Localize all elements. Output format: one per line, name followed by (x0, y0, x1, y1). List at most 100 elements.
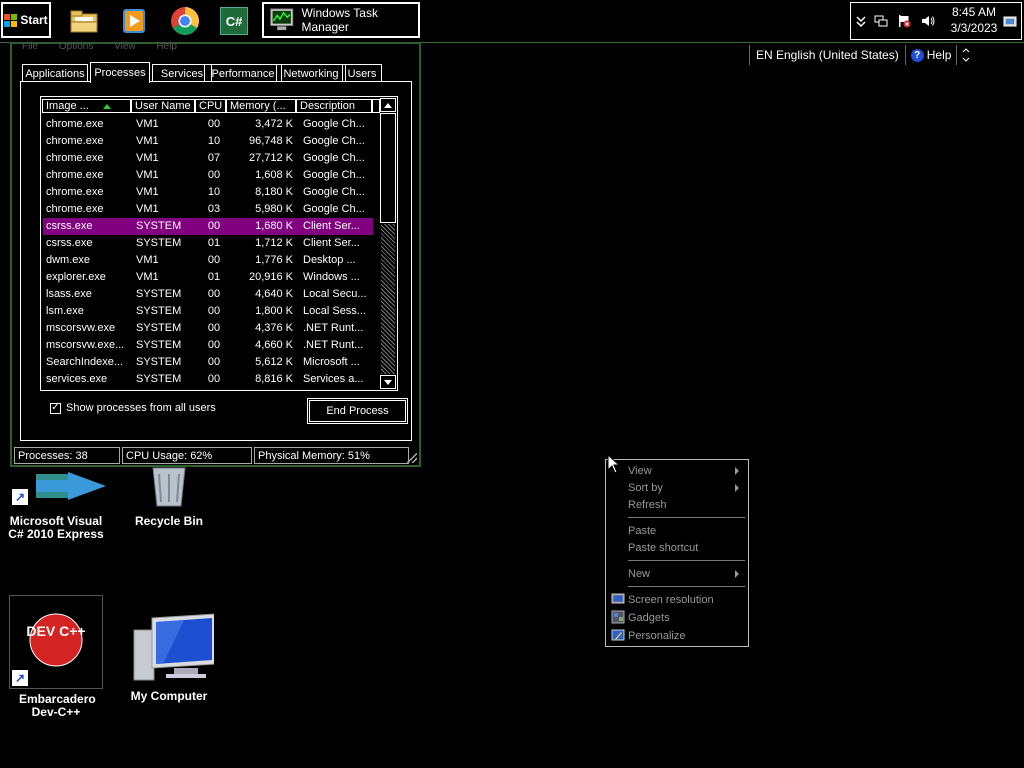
menu-separator (628, 560, 745, 561)
table-row[interactable]: dwm.exe VM1 00 1,776 K Desktop ... (43, 252, 373, 269)
process-user-name: VM1 (136, 152, 159, 164)
show-desktop-icon[interactable] (1003, 15, 1017, 29)
scroll-track[interactable] (381, 224, 395, 374)
tab-processes[interactable]: Processes (90, 62, 150, 83)
status-bar: Processes: 38 CPU Usage: 62% Physical Me… (14, 447, 419, 465)
desktop-icon-dev-cpp[interactable]: DEV C++ ↗ Embarcadero Dev-C++ (1, 595, 111, 719)
taskbar: Start C# Windows Task Manager 8:45 AM 3/… (0, 0, 1024, 43)
scroll-down-button[interactable] (380, 375, 396, 389)
menu-item-view[interactable]: View (607, 462, 747, 479)
dev-cpp-selection-frame: DEV C++ ↗ (9, 595, 103, 689)
chrome-icon[interactable] (169, 5, 201, 37)
file-explorer-icon[interactable] (68, 5, 100, 37)
process-user-name: VM1 (136, 271, 159, 283)
process-cpu: 00 (207, 118, 221, 130)
language-bar: EN English (United States) ? Help (749, 44, 972, 66)
task-manager-window: File Options View Help Applications Proc… (10, 41, 421, 467)
process-memory: 4,376 K (255, 322, 293, 334)
csharp-icon[interactable]: C# (220, 7, 248, 35)
recycle-bin-icon (152, 467, 186, 507)
menu-bar[interactable]: File Options View Help (22, 41, 177, 52)
network-icon[interactable] (874, 14, 888, 28)
table-row[interactable]: chrome.exe VM1 00 1,608 K Google Ch... (43, 167, 373, 184)
process-image-name: chrome.exe (46, 135, 104, 147)
table-row[interactable]: chrome.exe VM1 07 27,712 K Google Ch... (43, 150, 373, 167)
process-cpu: 00 (207, 169, 221, 181)
menu-item-refresh[interactable]: Refresh (607, 496, 747, 513)
show-hidden-icons-icon[interactable] (854, 14, 868, 28)
desktop-icon-visual-csharp[interactable]: ↗ Microsoft Visual C# 2010 Express (1, 470, 111, 541)
process-image-name: chrome.exe (46, 169, 104, 181)
process-memory: 5,612 K (255, 356, 293, 368)
resize-grip[interactable] (407, 453, 417, 463)
table-row[interactable]: SearchIndexe... SYSTEM 00 5,612 K Microsoft … (43, 354, 373, 371)
process-image-name: chrome.exe (46, 186, 104, 198)
scroll-up-button[interactable] (380, 98, 396, 112)
process-user-name: SYSTEM (136, 220, 182, 232)
tab-applications[interactable]: Applications (22, 64, 88, 82)
vertical-scrollbar[interactable] (380, 98, 396, 389)
volume-icon[interactable] (921, 14, 935, 28)
media-player-icon[interactable] (118, 5, 150, 37)
tab-services[interactable]: Services (152, 64, 212, 82)
menu-item-screen-resolution[interactable]: Screen resolution (607, 591, 747, 608)
menu-item-paste[interactable]: Paste (607, 522, 747, 539)
process-image-name: SearchIndexe... (46, 356, 124, 368)
help-button[interactable]: ? Help (906, 45, 958, 65)
language-selector[interactable]: EN English (United States) (749, 45, 906, 65)
process-memory: 27,712 K (248, 152, 293, 164)
menu-item-new[interactable]: New (607, 565, 747, 582)
processes-panel: Image ... User Name CPU Memory (... Desc… (20, 81, 412, 441)
tab-networking[interactable]: Networking (276, 64, 346, 82)
desktop-icon-my-computer[interactable]: My Computer (114, 612, 224, 703)
table-row[interactable]: chrome.exe VM1 00 3,472 K Google Ch... (43, 116, 373, 133)
process-user-name: SYSTEM (136, 305, 182, 317)
table-row[interactable]: mscorsvw.exe... SYSTEM 00 4,660 K .NET Runt.… (43, 337, 373, 354)
language-bar-options-icon[interactable] (960, 47, 972, 63)
process-memory: 1,608 K (255, 169, 293, 181)
table-row[interactable]: mscorsvw.exe SYSTEM 00 4,376 K .NET Runt... (43, 320, 373, 337)
submenu-arrow-icon (735, 484, 739, 492)
table-row[interactable]: lsass.exe SYSTEM 00 4,640 K Local Secu... (43, 286, 373, 303)
end-process-button[interactable]: End Process (307, 398, 408, 424)
process-memory: 4,660 K (255, 339, 293, 351)
process-memory: 1,680 K (255, 220, 293, 232)
table-row[interactable]: chrome.exe VM1 10 8,180 K Google Ch... (43, 184, 373, 201)
column-cpu[interactable]: CPU (195, 99, 226, 113)
show-all-label: Show processes from all users (66, 402, 216, 414)
start-button[interactable]: Start (1, 2, 51, 38)
menu-item-paste-shortcut[interactable]: Paste shortcut (607, 539, 747, 556)
tab-performance[interactable]: Performance (204, 64, 282, 82)
menu-item-sort-by[interactable]: Sort by (607, 479, 747, 496)
table-row[interactable]: chrome.exe VM1 10 96,748 K Google Ch... (43, 133, 373, 150)
table-row[interactable]: services.exe SYSTEM 00 8,816 K Services a... (43, 371, 373, 388)
desktop-context-menu: View Sort by Refresh Paste Paste shortcu… (605, 459, 749, 647)
process-list[interactable]: Image ... User Name CPU Memory (... Desc… (40, 96, 398, 391)
table-row[interactable]: chrome.exe VM1 03 5,980 K Google Ch... (43, 201, 373, 218)
process-user-name: SYSTEM (136, 356, 182, 368)
process-description: Google Ch... (303, 118, 365, 130)
table-row[interactable]: lsm.exe SYSTEM 00 1,800 K Local Sess... (43, 303, 373, 320)
desktop-icon-recycle-bin[interactable]: Recycle Bin (114, 466, 224, 528)
clock[interactable]: 8:45 AM 3/3/2023 (944, 4, 1004, 36)
menu-item-personalize[interactable]: Personalize (607, 627, 747, 644)
process-memory: 1,712 K (255, 237, 293, 249)
tab-users[interactable]: Users (342, 64, 382, 82)
column-image-name[interactable]: Image ... (42, 99, 131, 113)
menu-item-gadgets[interactable]: Gadgets (607, 609, 747, 626)
process-cpu: 07 (207, 152, 221, 164)
process-user-name: SYSTEM (136, 288, 182, 300)
table-row[interactable]: explorer.exe VM1 01 20,916 K Windows ... (43, 269, 373, 286)
process-description: Google Ch... (303, 186, 365, 198)
scroll-thumb[interactable] (380, 113, 396, 223)
column-overflow (372, 99, 380, 113)
column-user-name[interactable]: User Name (131, 99, 195, 113)
table-row[interactable]: csrss.exe SYSTEM 01 1,712 K Client Ser... (43, 235, 373, 252)
column-memory[interactable]: Memory (... (226, 99, 296, 113)
task-manager-taskbar-button[interactable]: Windows Task Manager (262, 2, 420, 38)
table-row[interactable]: csrss.exe SYSTEM 00 1,680 K Client Ser... (43, 218, 373, 235)
show-all-processes-checkbox[interactable]: ✓ Show processes from all users (50, 402, 216, 414)
column-description[interactable]: Description (296, 99, 372, 113)
checkbox-box[interactable]: ✓ (50, 402, 61, 414)
action-center-flag-icon[interactable] (897, 14, 911, 28)
